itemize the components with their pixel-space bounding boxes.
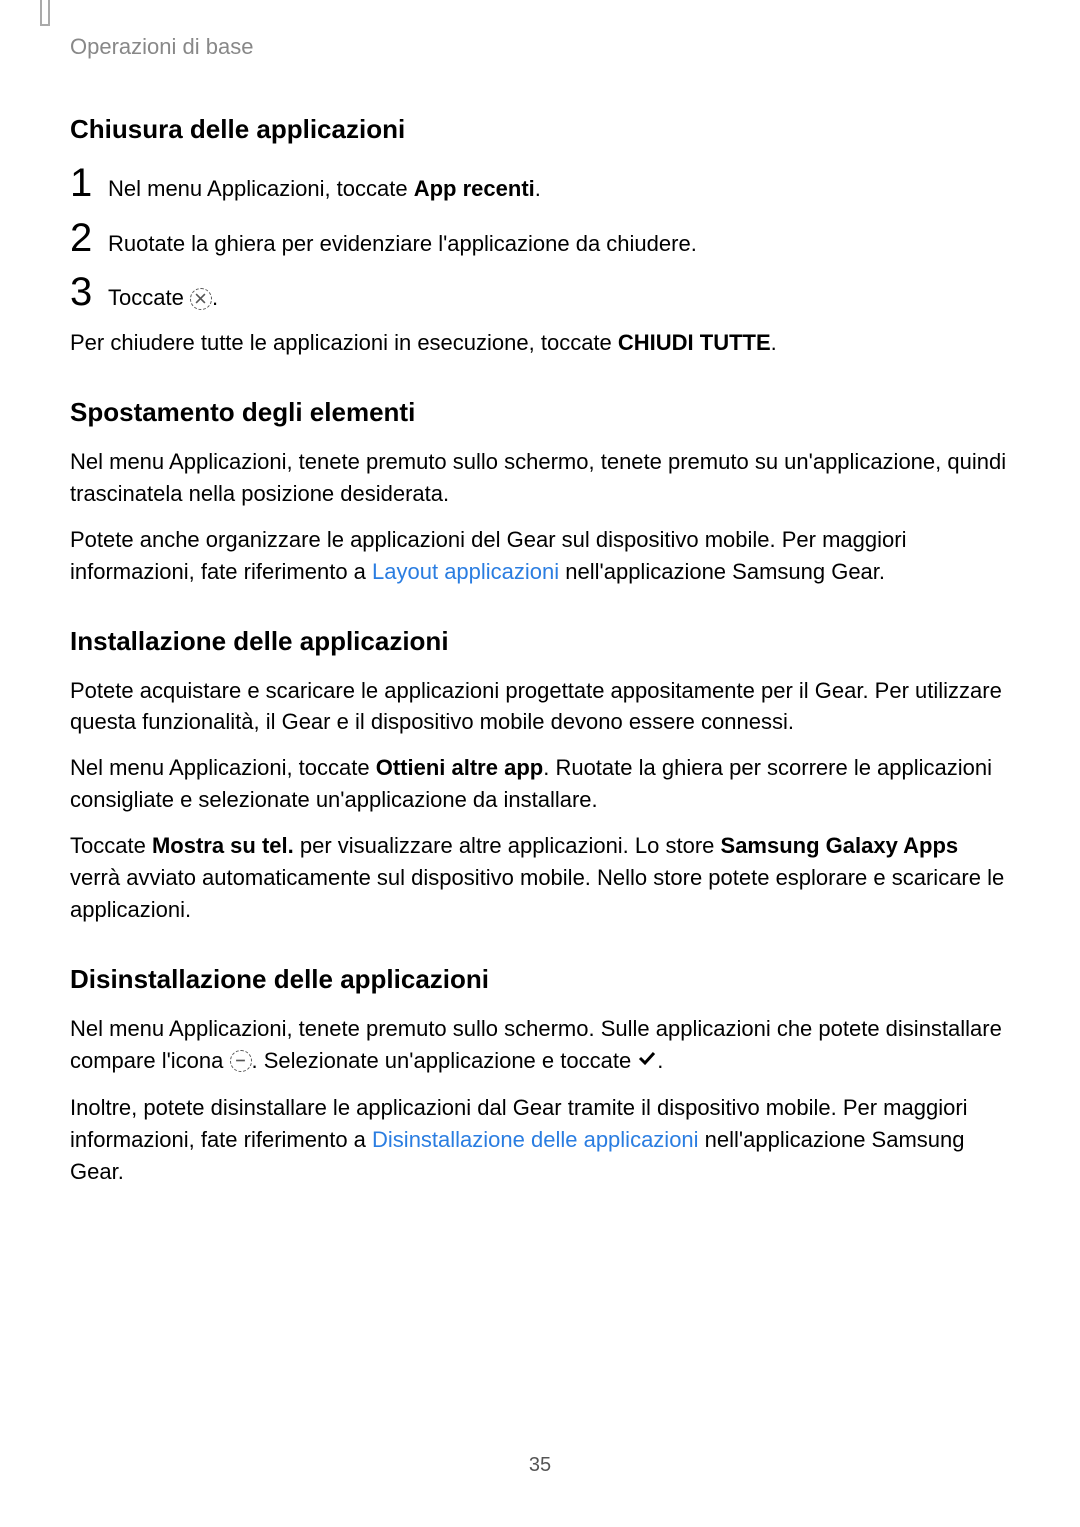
step-text: Ruotate la ghiera per evidenziare l'appl… [108,221,697,259]
text: Toccate [108,285,190,310]
page-notch-decoration [40,0,50,26]
list-item: 1 Nel menu Applicazioni, toccate App rec… [70,163,1010,204]
ordered-list: 1 Nel menu Applicazioni, toccate App rec… [70,163,1010,313]
text: . Selezionate un'applicazione e toccate [252,1048,638,1073]
text: Toccate [70,833,152,858]
text: . [657,1048,663,1073]
paragraph: Potete acquistare e scaricare le applica… [70,675,1010,739]
text: . [212,285,218,310]
text: . [771,330,777,355]
text: verrà avviato automaticamente sul dispos… [70,865,1004,922]
paragraph: Potete anche organizzare le applicazioni… [70,524,1010,588]
step-number: 1 [70,163,108,203]
paragraph: Nel menu Applicazioni, tenete premuto su… [70,446,1010,510]
close-x-icon [190,288,212,310]
link-layout-apps[interactable]: Layout applicazioni [372,559,559,584]
step-text: Nel menu Applicazioni, toccate App recen… [108,166,541,204]
step-number: 2 [70,218,108,258]
bold-text: CHIUDI TUTTE [618,330,771,355]
checkmark-icon [637,1045,657,1077]
bold-text: Mostra su tel. [152,833,294,858]
bold-text: Samsung Galaxy Apps [721,833,959,858]
heading-installing-apps: Installazione delle applicazioni [70,626,1010,657]
text: Nel menu Applicazioni, toccate [108,176,414,201]
step-number: 3 [70,272,108,312]
bold-text: Ottieni altre app [376,755,543,780]
breadcrumb: Operazioni di base [70,34,1010,60]
text: . [535,176,541,201]
text: Per chiudere tutte le applicazioni in es… [70,330,618,355]
list-item: 2 Ruotate la ghiera per evidenziare l'ap… [70,218,1010,259]
heading-moving-items: Spostamento degli elementi [70,397,1010,428]
document-page: Operazioni di base Chiusura delle applic… [0,0,1080,1527]
minus-circle-icon [230,1050,252,1072]
bold-text: App recenti [414,176,535,201]
paragraph: Nel menu Applicazioni, tenete premuto su… [70,1013,1010,1078]
text: per visualizzare altre applicazioni. Lo … [294,833,721,858]
page-number: 35 [0,1454,1080,1477]
heading-closing-apps: Chiusura delle applicazioni [70,114,1010,145]
step-text: Toccate . [108,275,218,313]
paragraph: Per chiudere tutte le applicazioni in es… [70,327,1010,359]
paragraph: Toccate Mostra su tel. per visualizzare … [70,830,1010,926]
list-item: 3 Toccate . [70,272,1010,313]
text: Nel menu Applicazioni, toccate [70,755,376,780]
text: nell'applicazione Samsung Gear. [559,559,885,584]
link-uninstall-apps[interactable]: Disinstallazione delle applicazioni [372,1127,699,1152]
paragraph: Inoltre, potete disinstallare le applica… [70,1092,1010,1188]
paragraph: Nel menu Applicazioni, toccate Ottieni a… [70,752,1010,816]
heading-uninstalling-apps: Disinstallazione delle applicazioni [70,964,1010,995]
